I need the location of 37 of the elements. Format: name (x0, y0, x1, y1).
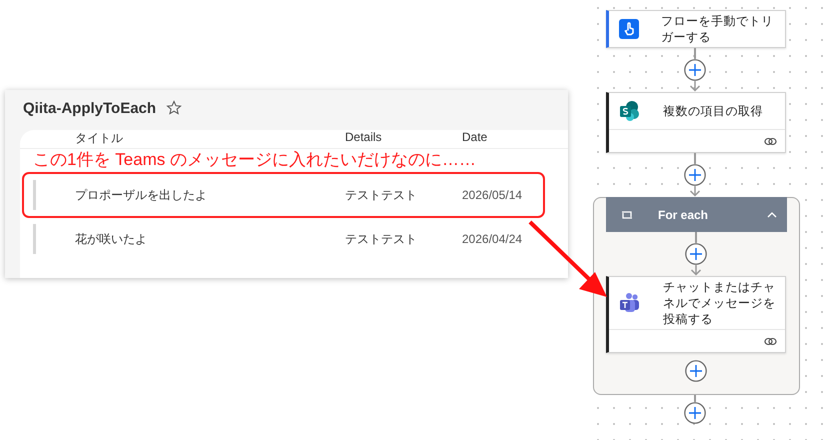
table-cell-text: テストテスト (345, 230, 418, 248)
action-title: チャットまたはチャネルでメッセージを投稿する (663, 279, 776, 327)
add-step-button[interactable] (684, 164, 706, 186)
table-cell-text: 2026/04/24 (462, 232, 524, 246)
hand-icon (619, 19, 639, 39)
action-card[interactable]: チャットまたはチャネルでメッセージを投稿する (606, 276, 786, 353)
sharepoint-icon (619, 100, 641, 122)
favorite-star-icon[interactable] (166, 100, 182, 116)
list-title: Qiita-ApplyToEach (23, 100, 156, 116)
loop-header[interactable]: For each (606, 197, 787, 232)
connector-arrow (690, 265, 702, 276)
table-cell-text: 花が咲いたよ (75, 230, 148, 248)
loop-icon (620, 208, 634, 220)
add-step-button[interactable] (685, 360, 707, 382)
connector-arrow (689, 81, 701, 92)
table-cell-text: 2026/05/14 (462, 188, 524, 202)
link-icon (764, 336, 777, 346)
action-title: フローを手動でトリガーする (661, 13, 774, 45)
teams-icon (619, 292, 641, 314)
connector-arrow (689, 186, 701, 197)
add-step-button[interactable] (684, 59, 706, 81)
annotation-text: この1件を Teams のメッセージに入れたいだけなのに…… (33, 150, 476, 170)
table-cell-text: テストテスト (345, 186, 418, 204)
add-step-button[interactable] (685, 243, 707, 265)
collapse-caret-icon[interactable] (767, 212, 777, 218)
action-card[interactable]: フローを手動でトリガーする (606, 10, 786, 48)
action-title: 複数の項目の取得 (663, 103, 764, 119)
action-card[interactable]: 複数の項目の取得 (606, 92, 786, 153)
row-handle[interactable] (33, 180, 36, 210)
row-handle[interactable] (33, 224, 36, 254)
column-header[interactable]: タイトル (75, 130, 123, 147)
table-cell-text: プロポーザルを出したよ (75, 186, 208, 204)
column-header[interactable]: Details (345, 130, 382, 144)
add-step-button[interactable] (684, 402, 706, 424)
link-icon (764, 136, 777, 146)
loop-title: For each (658, 208, 710, 222)
column-header[interactable]: Date (462, 130, 488, 144)
